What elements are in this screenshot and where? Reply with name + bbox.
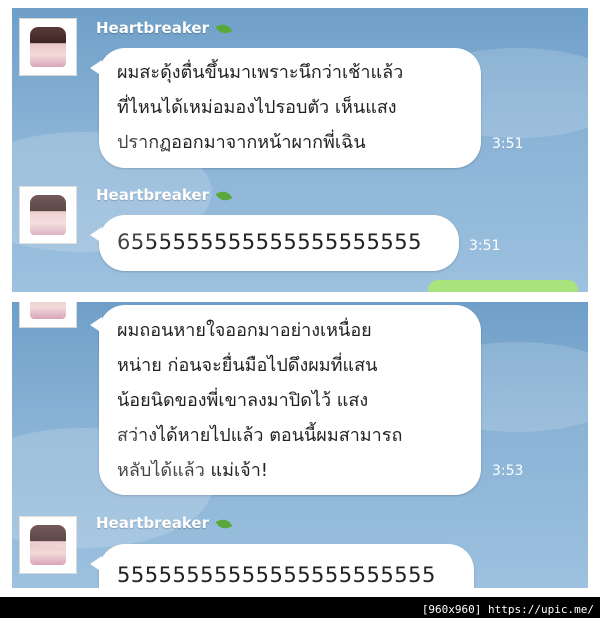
message-time: 3:51 — [492, 136, 524, 152]
message-bubble[interactable]: ผมสะดุ้งตื่นขึ้นมาเพราะนึกว่าเช้าแล้ว ที… — [90, 48, 481, 168]
sender-name: Heartbreaker — [96, 19, 233, 37]
avatar[interactable] — [19, 18, 77, 76]
avatar[interactable] — [19, 302, 77, 328]
message-bubble[interactable]: 6555555555555555555555 — [90, 215, 459, 271]
avatar[interactable] — [19, 186, 77, 244]
avatar[interactable] — [19, 516, 77, 574]
message-text: ผมถอนหายใจออกมาอย่างเหนื่อย หน่าย ก่อนจะ… — [117, 320, 403, 481]
leaf-icon — [215, 188, 233, 203]
watermark-url: [960x960] https://upic.me/ — [421, 603, 594, 616]
message-bubble[interactable]: ผมถอนหายใจออกมาอย่างเหนื่อย หน่าย ก่อนจะ… — [90, 305, 481, 495]
message-text: ผมสะดุ้งตื่นขึ้นมาเพราะนึกว่าเช้าแล้ว ที… — [117, 62, 404, 153]
message-bubble[interactable]: 55555555555555555555555 — [90, 544, 474, 588]
avatar-photo — [30, 27, 66, 67]
message-time: 3:53 — [492, 463, 524, 479]
message-time: 3:51 — [469, 238, 501, 254]
screenshot-frame: Heartbreaker ผมสะดุ้งตื่นขึ้นมาเพราะนึกว… — [0, 0, 600, 597]
message-text: 6555555555555555555555 — [117, 230, 422, 254]
sender-name: Heartbreaker — [96, 514, 233, 532]
outgoing-bubble-partial[interactable] — [428, 280, 578, 292]
leaf-icon — [215, 516, 233, 531]
avatar-photo — [30, 195, 66, 235]
avatar-photo — [30, 525, 66, 565]
chat-panel-bottom: ผมถอนหายใจออกมาอย่างเหนื่อย หน่าย ก่อนจะ… — [12, 302, 588, 588]
avatar-photo — [30, 302, 66, 319]
sender-name: Heartbreaker — [96, 186, 233, 204]
message-text: 55555555555555555555555 — [117, 563, 436, 587]
leaf-icon — [215, 21, 233, 36]
chat-panel-top: Heartbreaker ผมสะดุ้งตื่นขึ้นมาเพราะนึกว… — [12, 8, 588, 292]
